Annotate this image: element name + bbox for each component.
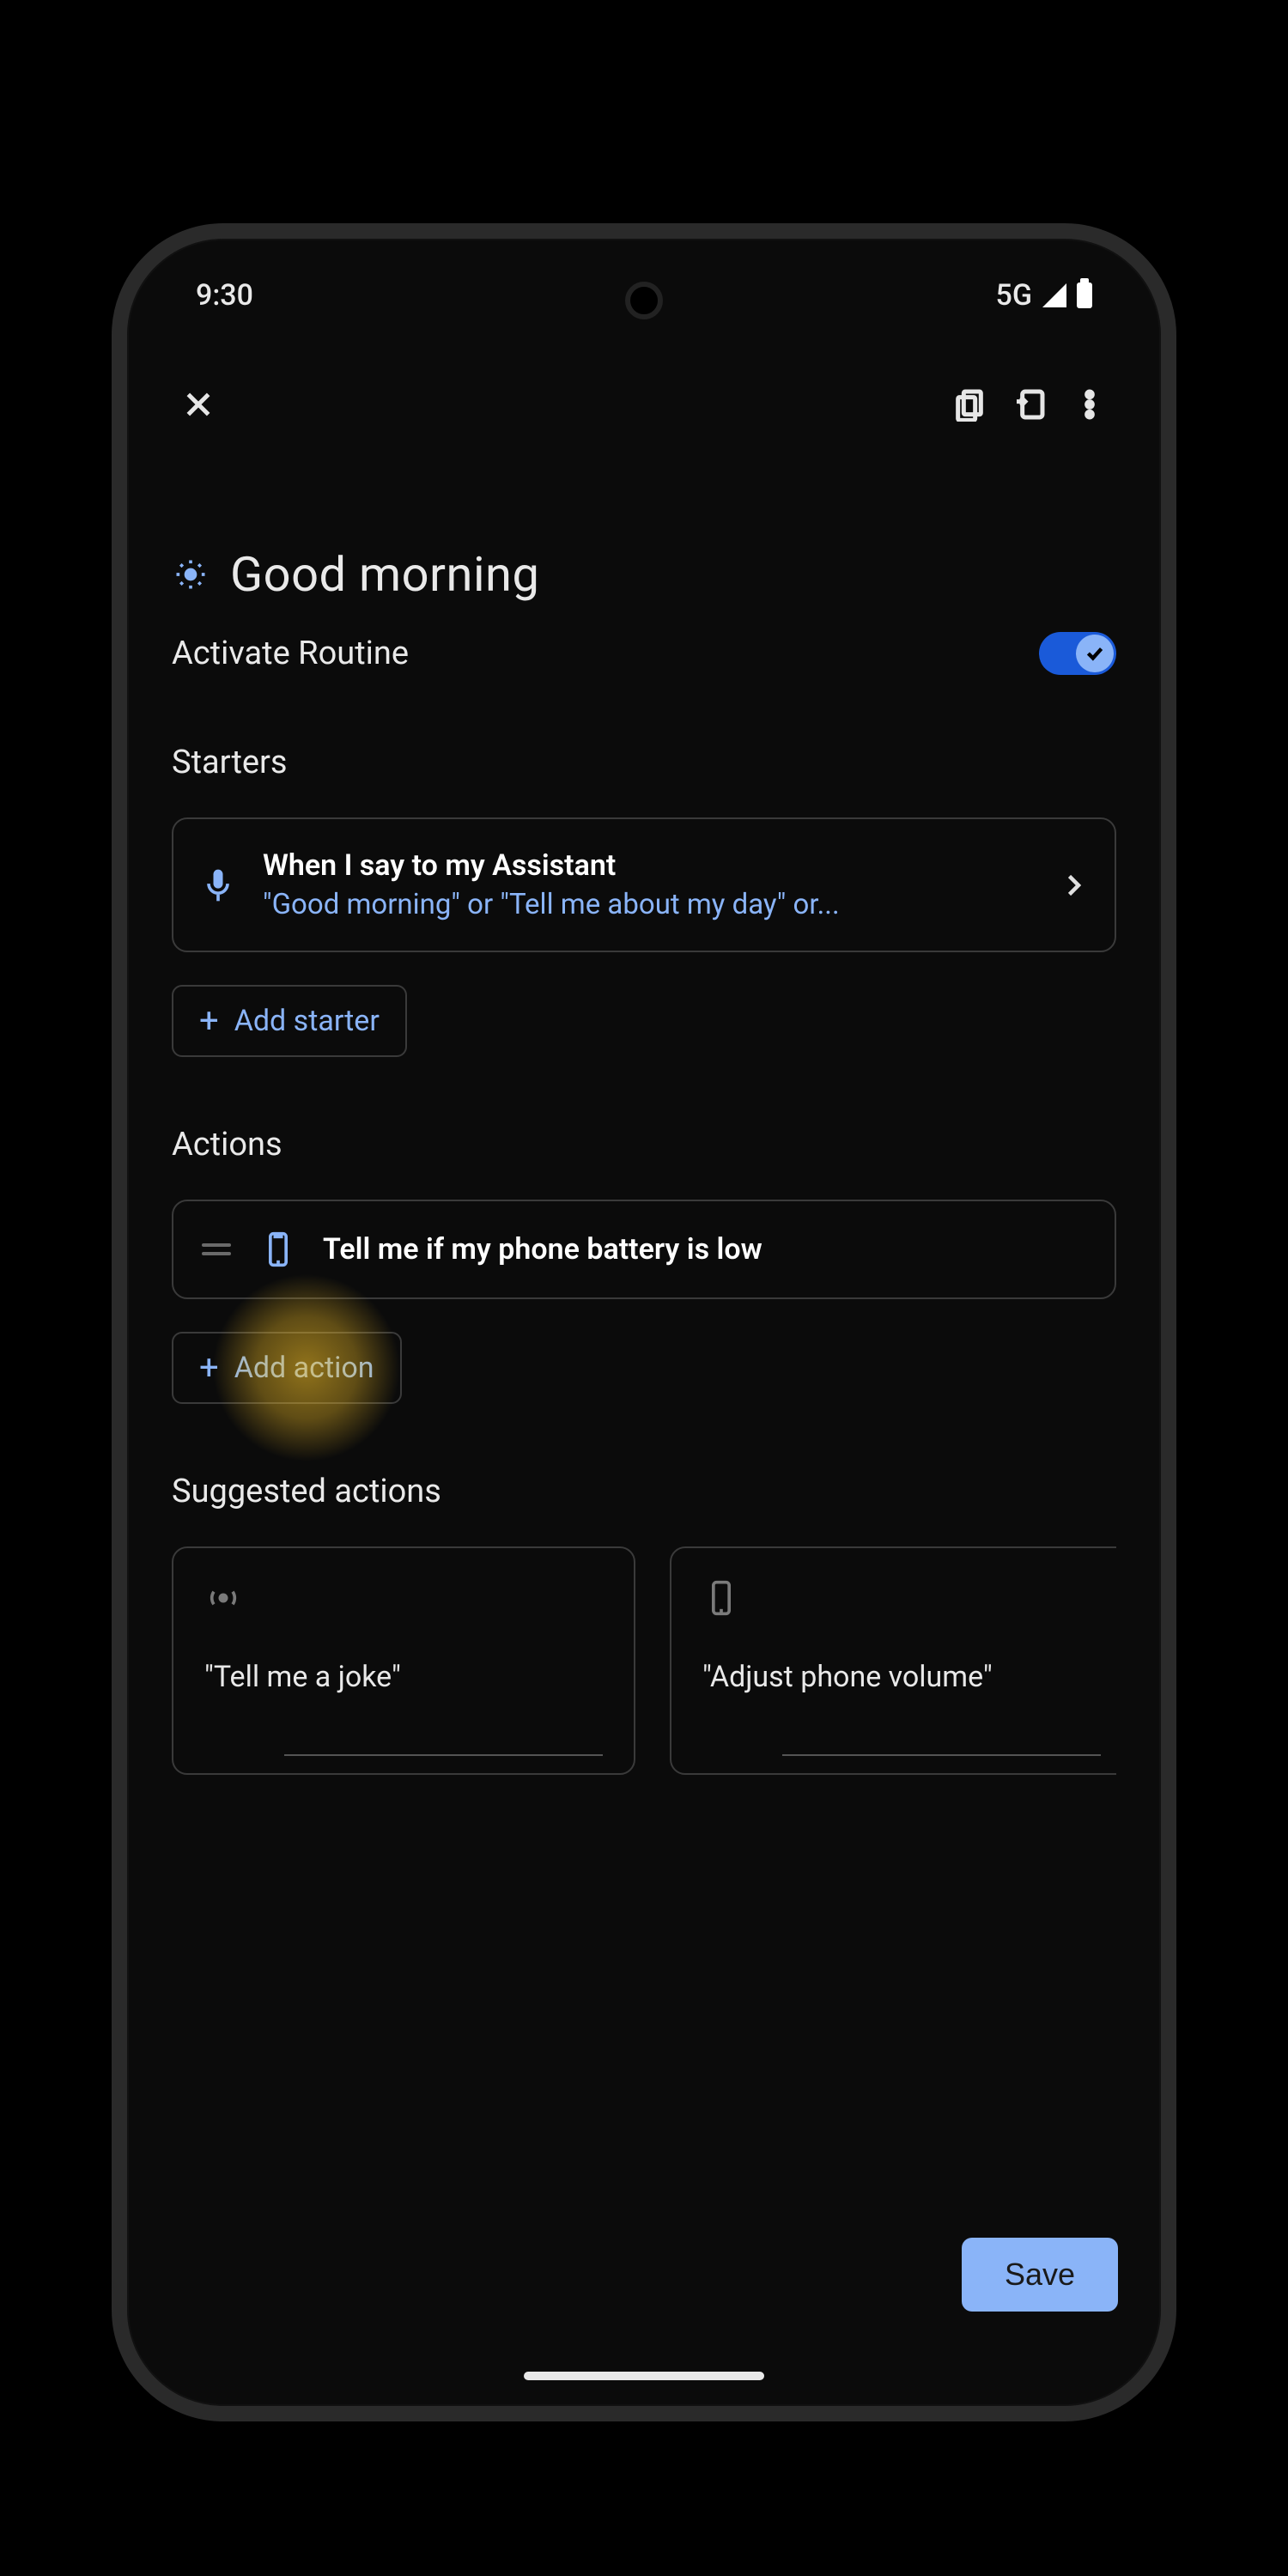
routine-title: Good morning	[230, 546, 539, 603]
starters-heading: Starters	[172, 744, 1116, 781]
add-to-home-button[interactable]	[999, 374, 1060, 434]
network-label: 5G	[996, 278, 1032, 313]
copy-button[interactable]	[939, 374, 999, 434]
toggle-knob	[1076, 635, 1114, 672]
suggested-text: "Tell me a joke"	[204, 1660, 603, 1694]
more-vert-icon	[1072, 387, 1107, 422]
shortcut-icon	[1012, 387, 1047, 422]
divider	[284, 1754, 603, 1756]
stage: 9:30 5G	[0, 0, 1288, 2576]
suggested-card[interactable]: "Adjust phone volume"	[670, 1546, 1116, 1775]
starter-card[interactable]: When I say to my Assistant "Good morning…	[172, 817, 1116, 952]
screen: 9:30 5G	[127, 239, 1161, 2406]
nav-pill[interactable]	[524, 2372, 764, 2380]
side-button	[1173, 857, 1176, 1054]
save-button[interactable]: Save	[962, 2238, 1118, 2312]
app-bar	[161, 374, 1127, 434]
signal-icon	[1042, 283, 1066, 307]
chevron-right-icon	[1058, 870, 1089, 901]
side-button	[1173, 1441, 1176, 1561]
starter-subtitle: "Good morning" or "Tell me about my day"…	[263, 888, 1032, 921]
starter-title: When I say to my Assistant	[263, 848, 1032, 883]
phone-icon	[702, 1579, 740, 1617]
drag-handle-icon[interactable]	[199, 1243, 234, 1255]
divider	[782, 1754, 1101, 1756]
add-action-button[interactable]: + Add action	[172, 1332, 402, 1404]
suggested-row[interactable]: "Tell me a joke" "Adjust phone volume"	[172, 1546, 1116, 1775]
activate-row: Activate Routine	[172, 632, 1116, 675]
suggested-heading: Suggested actions	[172, 1473, 1116, 1510]
suggested-text: "Adjust phone volume"	[702, 1660, 1101, 1694]
plus-icon: +	[199, 1351, 219, 1385]
broadcast-icon	[204, 1579, 242, 1617]
sunrise-icon	[172, 556, 210, 593]
battery-icon	[1077, 283, 1092, 308]
close-button[interactable]	[168, 374, 228, 434]
status-time: 9:30	[196, 278, 253, 313]
action-text: Tell me if my phone battery is low	[323, 1232, 762, 1267]
phone-frame: 9:30 5G	[112, 223, 1176, 2421]
activate-toggle[interactable]	[1039, 632, 1116, 675]
activate-label: Activate Routine	[172, 635, 409, 672]
add-action-label: Add action	[234, 1351, 374, 1385]
status-bar: 9:30 5G	[161, 268, 1127, 323]
close-icon	[181, 387, 216, 422]
phone-icon	[259, 1230, 297, 1268]
save-bar: Save	[127, 2238, 1161, 2312]
plus-icon: +	[199, 1004, 219, 1038]
copy-icon	[952, 387, 987, 422]
suggested-card[interactable]: "Tell me a joke"	[172, 1546, 635, 1775]
side-button	[1173, 1183, 1176, 1381]
add-starter-label: Add starter	[234, 1004, 380, 1038]
routine-title-row: Good morning	[172, 546, 1116, 603]
action-card[interactable]: Tell me if my phone battery is low	[172, 1200, 1116, 1299]
check-icon	[1084, 642, 1106, 665]
overflow-menu-button[interactable]	[1060, 374, 1120, 434]
add-starter-button[interactable]: + Add starter	[172, 985, 407, 1057]
status-right: 5G	[996, 278, 1092, 313]
actions-heading: Actions	[172, 1126, 1116, 1163]
microphone-icon	[199, 866, 237, 904]
